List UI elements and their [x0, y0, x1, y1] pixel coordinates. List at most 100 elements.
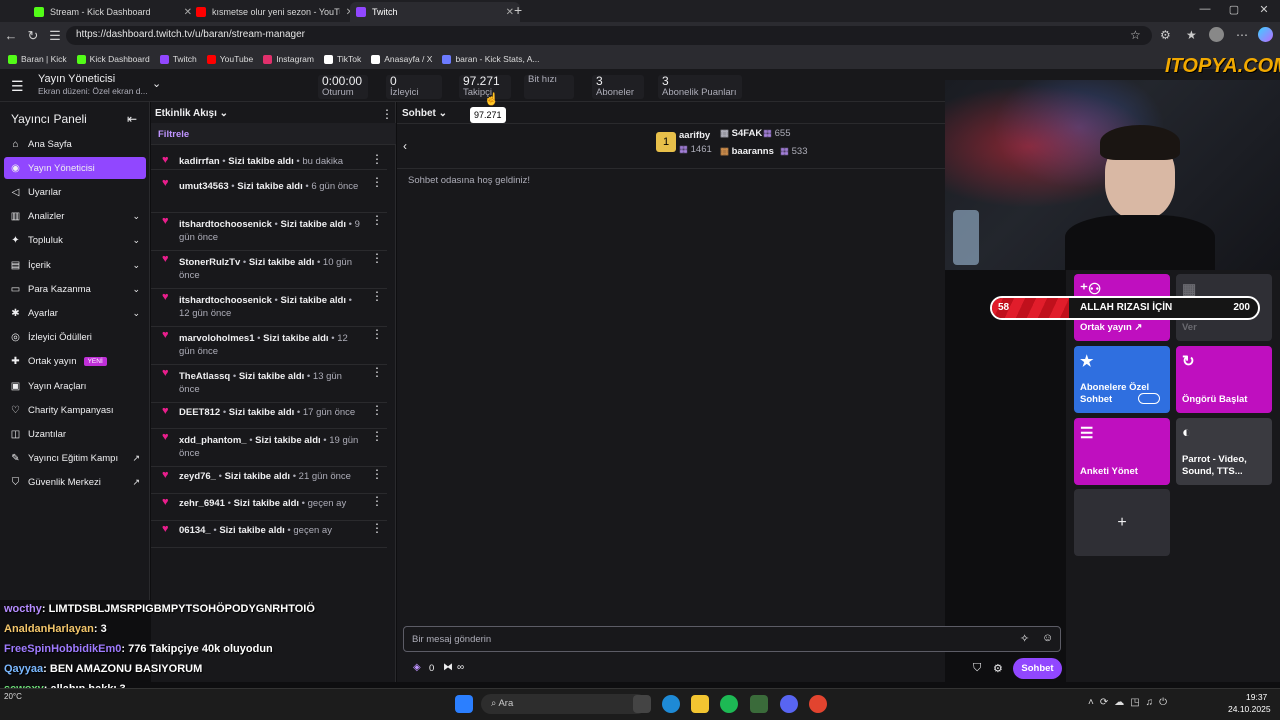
sidebar-item-4[interactable]: ✦ Topluluk ⌄	[4, 230, 146, 252]
mod-shield-icon[interactable]: ⛉	[973, 662, 981, 675]
sidebar-item-3[interactable]: ▥ Analizler ⌄	[4, 206, 146, 228]
more-options-icon[interactable]: ⋮	[371, 153, 383, 166]
reload-icon[interactable]: ↻	[22, 28, 44, 44]
more-options-icon[interactable]: ⋮	[371, 366, 383, 379]
channel-points-icon[interactable]: ◈	[413, 662, 421, 673]
activity-item[interactable]: ♥ xdd_phantom_ • Sizi takibe aldı • 19 gü…	[151, 429, 387, 467]
toggle-switch[interactable]	[1138, 393, 1160, 404]
activity-user[interactable]: zehr_6941	[179, 498, 225, 509]
copilot-icon[interactable]	[1258, 27, 1273, 42]
activity-item[interactable]: ♥ itshardtochoosenick • Sizi takibe aldı …	[151, 213, 387, 251]
activity-item[interactable]: ♥ zehr_6941 • Sizi takibe aldı • geçen ay…	[151, 494, 387, 521]
more-options-icon[interactable]: ⋮	[371, 522, 383, 535]
site-info-icon[interactable]: ☰	[44, 28, 66, 44]
add-action-button[interactable]: +	[1074, 489, 1170, 556]
sidebar-item-9[interactable]: ✚ Ortak yayın YENİ	[4, 351, 146, 373]
activity-user[interactable]: itshardtochoosenick	[179, 219, 272, 230]
activity-item[interactable]: ♥ marvoloholmes1 • Sizi takibe aldı • 12 …	[151, 327, 387, 365]
activity-user[interactable]: DEET812	[179, 407, 220, 418]
chat-input[interactable]: Bir mesaj gönderin	[403, 626, 1061, 652]
start-icon[interactable]	[455, 695, 473, 713]
back-icon[interactable]: ←	[0, 28, 22, 43]
leader-name[interactable]: ▦ S4FAK	[720, 128, 762, 139]
quick-action-tile[interactable]: ★ Abonelere Özel Sohbet	[1074, 346, 1170, 413]
quick-action-tile[interactable]: ◐ Parrot - Video, Sound, TTS...	[1176, 418, 1272, 485]
sidebar-item-8[interactable]: ◎ İzleyici Ödülleri	[4, 327, 146, 349]
quick-action-tile[interactable]: ↻ Öngörü Başlat	[1176, 346, 1272, 413]
weather-temp[interactable]: 20°C	[4, 692, 22, 701]
sidebar-item-2[interactable]: ◁ Uyarılar	[4, 181, 146, 203]
tab-kick-dashboard[interactable]: Stream - Kick Dashboard ✕	[28, 2, 198, 22]
activity-item[interactable]: ♥ DEET812 • Sizi takibe aldı • 17 gün önc…	[151, 403, 387, 429]
sidebar-item-11[interactable]: ♡ Charity Kampanyası	[4, 399, 146, 421]
activity-item[interactable]: ♥ TheAtlassq • Sizi takibe aldı • 13 gün …	[151, 365, 387, 403]
new-tab-button[interactable]: +	[514, 2, 522, 18]
sidebar-item-0[interactable]: ⌂ Ana Sayfa	[4, 133, 146, 155]
tab-twitch[interactable]: Twitch ✕	[350, 2, 520, 22]
emoji-icon[interactable]: ☺	[1042, 632, 1053, 644]
bookmark-item[interactable]: Kick Dashboard	[76, 54, 150, 64]
activity-user[interactable]: marvoloholmes1	[179, 333, 255, 344]
close-window-icon[interactable]: ✕	[1254, 3, 1274, 19]
clock-date[interactable]: 24.10.2025	[1228, 704, 1271, 714]
url-input[interactable]: https://dashboard.twitch.tv/u/baran/stre…	[66, 26, 1152, 45]
activity-user[interactable]: TheAtlassq	[179, 371, 230, 382]
more-options-icon[interactable]: ⋮	[371, 328, 383, 341]
more-options-icon[interactable]: ⋮	[371, 176, 383, 189]
tab-youtube[interactable]: kısmetse olur yeni sezon - YouTube✕	[190, 2, 360, 22]
bookmark-item[interactable]: Anasayfa / X	[371, 54, 432, 64]
activity-item[interactable]: ♥ zeyd76_ • Sizi takibe aldı • 21 gün önc…	[151, 467, 387, 494]
clock-time[interactable]: 19:37	[1246, 692, 1267, 702]
activity-user[interactable]: itshardtochoosenick	[179, 295, 272, 306]
chevron-left-icon[interactable]: ‹	[403, 139, 407, 153]
activity-item[interactable]: ♥ StonerRulzTv • Sizi takibe aldı • 10 gü…	[151, 251, 387, 289]
bookmark-item[interactable]: Baran | Kick	[8, 54, 67, 64]
sidebar-item-1[interactable]: ◉ Yayın Yöneticisi	[4, 157, 146, 180]
more-options-icon[interactable]: ⋮	[371, 252, 383, 265]
activity-item[interactable]: ♥ itshardtochoosenick • Sizi takibe aldı …	[151, 289, 387, 327]
filter-button[interactable]: Filtrele	[158, 129, 189, 140]
leader-name[interactable]: ▦ baaranns	[720, 146, 774, 157]
more-options-icon[interactable]: ⋮	[371, 430, 383, 443]
more-options-icon[interactable]: ⋮	[371, 404, 383, 417]
chat-send-button[interactable]: Sohbet	[1013, 658, 1062, 679]
edge-icon[interactable]	[662, 695, 680, 713]
bookmark-item[interactable]: YouTube	[206, 54, 253, 64]
extensions-icon[interactable]: ⚙	[1160, 28, 1171, 42]
bookmark-item[interactable]: TikTok	[323, 54, 361, 64]
bookmark-item[interactable]: Instagram	[263, 54, 314, 64]
activity-item[interactable]: ♥ kadirrfan • Sizi takibe aldı • bu dakik…	[151, 152, 387, 170]
more-options-icon[interactable]: ⋮	[371, 468, 383, 481]
bookmark-item[interactable]: baran - Kick Stats, A...	[442, 54, 540, 64]
system-tray-icons[interactable]: ˄⟳☁◳♫⏻	[1088, 697, 1173, 708]
taskbar-search[interactable]: ⌕ Ara	[481, 694, 647, 714]
activity-item[interactable]: ♥ umut34563 • Sizi takibe aldı • 6 gün ön…	[151, 175, 387, 213]
task-view-icon[interactable]	[633, 695, 651, 713]
activity-feed-title[interactable]: Etkinlik Akışı ⌄	[155, 108, 228, 119]
chat-title[interactable]: Sohbet ⌄	[402, 108, 447, 119]
bookmark-item[interactable]: Twitch	[159, 54, 197, 64]
spotify-icon[interactable]	[720, 695, 738, 713]
hamburger-menu-icon[interactable]: ☰	[11, 78, 24, 95]
sidebar-item-7[interactable]: ✱ Ayarlar ⌄	[4, 302, 146, 324]
sidebar-item-6[interactable]: ▭ Para Kazanma ⌄	[4, 278, 146, 300]
sidebar-item-5[interactable]: ▤ İçerik ⌄	[4, 254, 146, 276]
sidebar-item-14[interactable]: ⛉ Güvenlik Merkezi ↗	[4, 472, 146, 494]
more-options-icon[interactable]: ⋮	[371, 214, 383, 227]
chrome-icon[interactable]	[809, 695, 827, 713]
sidebar-item-13[interactable]: ✎ Yayıncı Eğitim Kampı ↗	[4, 448, 146, 470]
chevron-down-icon[interactable]: ⌄	[152, 77, 161, 90]
app-icon[interactable]	[750, 695, 768, 713]
sidebar-item-12[interactable]: ◫ Uzantılar	[4, 423, 146, 445]
menu-dots-icon[interactable]: ⋯	[1236, 28, 1248, 42]
more-options-icon[interactable]: ⋮	[371, 495, 383, 508]
chat-settings-icon[interactable]: ⚙	[993, 662, 1003, 675]
bits-icon[interactable]: ⧓	[443, 662, 453, 673]
activity-user[interactable]: kadirrfan	[179, 156, 220, 167]
sidebar-item-10[interactable]: ▣ Yayın Araçları	[4, 375, 146, 397]
emote-icon[interactable]: ✧	[1020, 632, 1029, 645]
more-options-icon[interactable]: ⋮	[371, 290, 383, 303]
activity-user[interactable]: StonerRulzTv	[179, 257, 240, 268]
bookmark-star-icon[interactable]: ☆	[1130, 28, 1141, 42]
explorer-icon[interactable]	[691, 695, 709, 713]
